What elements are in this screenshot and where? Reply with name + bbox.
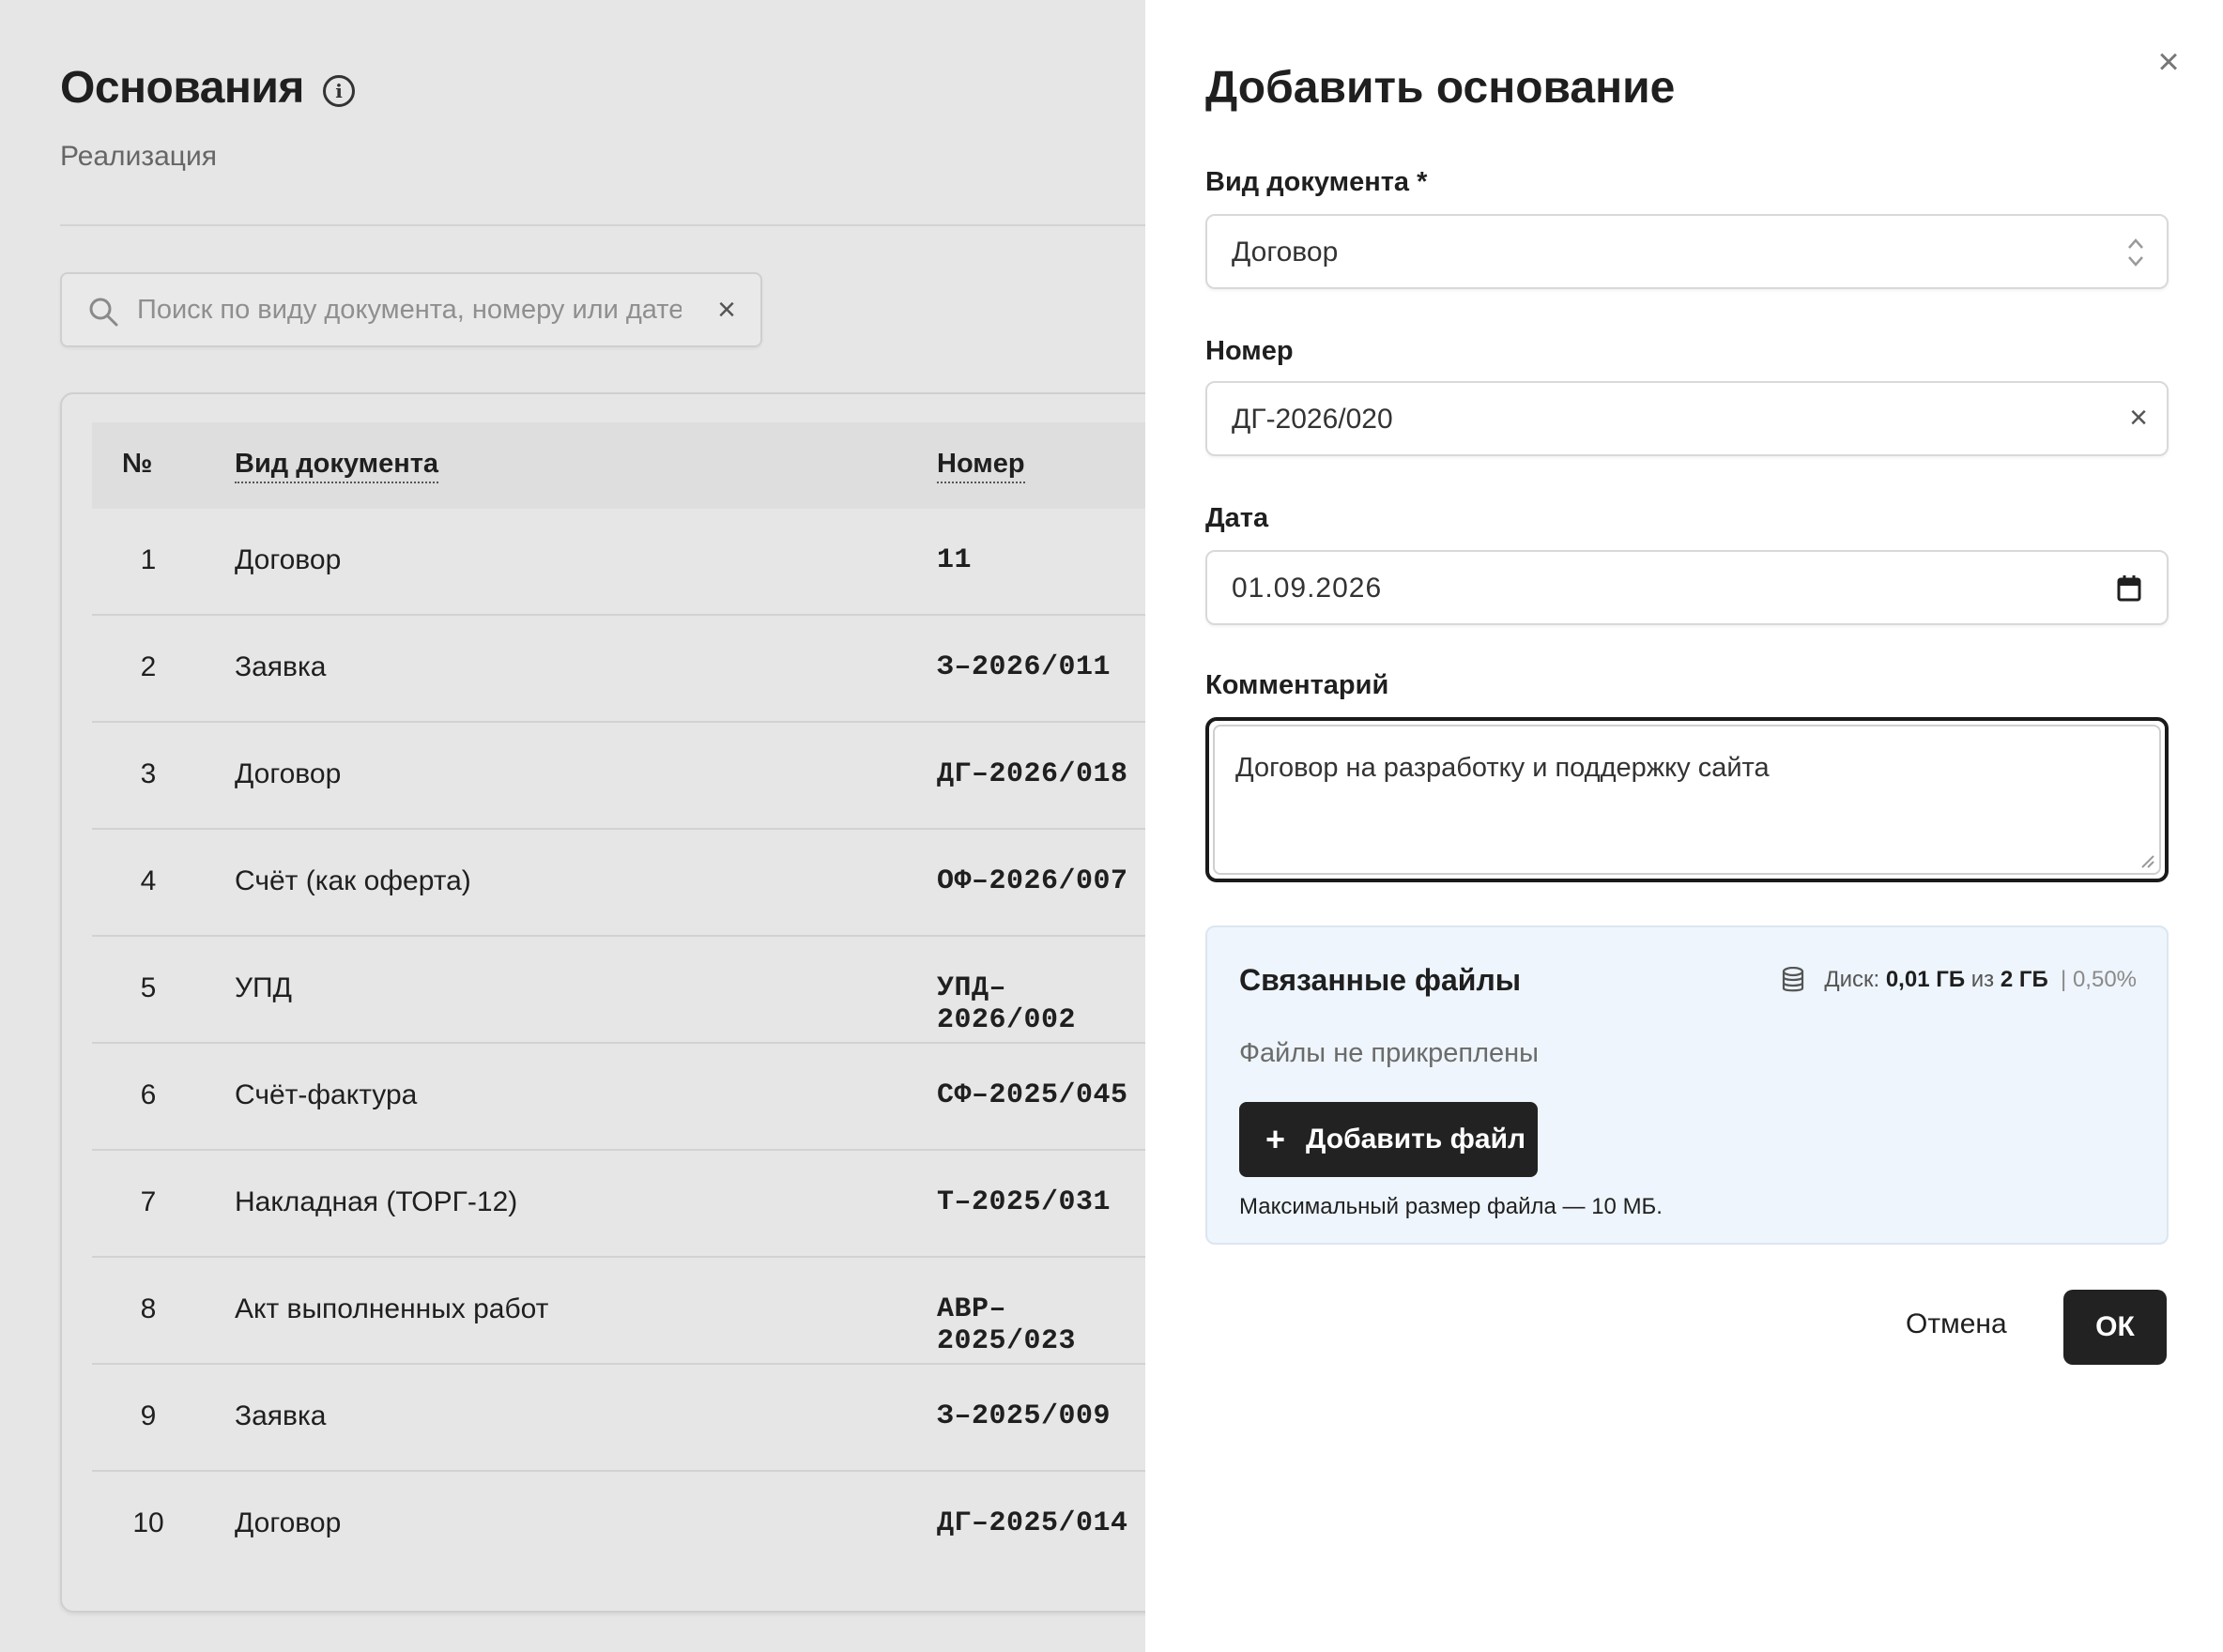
row-number: 10 [132,1507,164,1538]
list-page: Основания i Реализация × № Вид документа… [0,0,1145,1652]
doc-type-value: Договор [1232,237,1339,268]
disk-percent: | 0,50% [2061,967,2137,992]
row-number: 5 [140,972,157,1003]
date-label: Дата [1205,503,1269,533]
clear-number-icon[interactable]: × [2129,402,2148,434]
row-number: 3 [140,758,157,789]
search-box: × [60,272,762,347]
row-doc-number: ОФ–2026/007 [937,865,1128,897]
column-header-n: № [122,449,153,479]
row-doc-type: Счёт-фактура [235,1079,418,1110]
table-row[interactable]: 4 Счёт (как оферта) ОФ–2026/007 [92,830,1145,937]
date-input[interactable]: 01.09.2026 [1205,550,2169,625]
row-doc-number: СФ–2025/045 [937,1079,1128,1111]
table-row[interactable]: 10 Договор ДГ–2025/014 [92,1472,1145,1579]
row-number: 6 [140,1079,157,1110]
linked-files-section: Связанные файлы Диск: 0,01 ГБ из 2 ГБ | … [1205,925,2169,1245]
date-value: 01.09.2026 [1232,573,1383,604]
row-number: 4 [140,865,157,896]
table-row[interactable]: 5 УПД УПД–2026/002 [92,937,1145,1044]
column-header-num[interactable]: Номер [937,449,1025,483]
files-hint: Максимальный размер файла — 10 МБ. [1239,1194,1663,1219]
comment-label: Комментарий [1205,670,1389,700]
add-file-label: Добавить файл [1306,1124,1526,1155]
doc-type-label: Вид документа * [1205,167,1428,197]
panel-title: Добавить основание [1205,63,1676,113]
number-input[interactable]: ДГ-2026/020 × [1205,381,2169,456]
row-doc-type: Акт выполненных работ [235,1293,549,1324]
number-label: Номер [1205,336,1294,366]
row-doc-number: 11 [937,544,973,576]
plus-icon: + [1265,1120,1286,1158]
row-number: 2 [140,651,157,682]
row-doc-number: АВР–2025/023 [937,1293,1077,1357]
divider [60,224,1145,226]
cancel-button[interactable]: Отмена [1906,1308,2007,1340]
disk-used: 0,01 ГБ [1885,967,1966,992]
row-doc-number: ДГ–2025/014 [937,1507,1128,1539]
add-file-button[interactable]: + Добавить файл [1239,1102,1538,1177]
row-doc-type: Накладная (ТОРГ-12) [235,1186,518,1217]
calendar-icon[interactable] [2116,574,2142,603]
row-doc-number: УПД–2026/002 [937,972,1077,1036]
row-doc-type: Счёт (как оферта) [235,865,471,896]
comment-inner: Договор на разработку и поддержку сайта [1213,725,2161,875]
resize-handle-icon[interactable] [2139,852,2155,869]
table-row[interactable]: 6 Счёт-фактура СФ–2025/045 [92,1044,1145,1151]
table-row[interactable]: 2 Заявка З–2026/011 [92,616,1145,723]
row-number: 8 [140,1293,157,1324]
table-row[interactable]: 1 Договор 11 [92,509,1145,616]
table-row[interactable]: 8 Акт выполненных работ АВР–2025/023 [92,1258,1145,1365]
number-value: ДГ-2026/020 [1232,404,1393,435]
page-title: Основания [60,63,304,113]
row-number: 9 [140,1400,157,1431]
row-doc-type: УПД [235,972,292,1003]
row-number: 7 [140,1186,157,1217]
row-doc-number: З–2025/009 [937,1400,1112,1432]
ok-button[interactable]: ОК [2063,1290,2167,1365]
row-doc-type: Заявка [235,651,327,682]
search-icon [89,298,118,327]
table-row[interactable]: 7 Накладная (ТОРГ-12) Т–2025/031 [92,1151,1145,1258]
disk-of: из [1970,967,1995,992]
info-icon[interactable]: i [323,75,355,107]
files-title: Связанные файлы [1239,963,1522,997]
search-input[interactable] [137,291,682,329]
comment-value: Договор на разработку и поддержку сайта [1235,753,1770,783]
row-doc-type: Договор [235,544,342,575]
disk-total: 2 ГБ [2000,967,2048,992]
clear-search-icon[interactable]: × [712,294,742,326]
row-number: 1 [140,544,157,575]
row-doc-type: Договор [235,758,342,789]
disk-usage: Диск: 0,01 ГБ из 2 ГБ | 0,50% [1781,967,2137,993]
table-row[interactable]: 9 Заявка З–2025/009 [92,1365,1145,1472]
table-row[interactable]: 3 Договор ДГ–2026/018 [92,723,1145,830]
row-doc-type: Договор [235,1507,342,1538]
doc-type-select[interactable]: Договор [1205,214,2169,289]
row-doc-type: Заявка [235,1400,327,1431]
row-doc-number: ДГ–2026/018 [937,758,1128,790]
close-icon[interactable]: × [2150,43,2187,81]
chevron-up-down-icon [2128,238,2143,267]
disk-label: Диск: [1824,967,1880,992]
files-empty-text: Файлы не прикреплены [1239,1038,1539,1068]
column-header-doc[interactable]: Вид документа [235,449,439,483]
page-subtitle: Реализация [60,141,217,172]
comment-textarea[interactable]: Договор на разработку и поддержку сайта [1205,717,2169,882]
row-doc-number: З–2026/011 [937,651,1112,683]
row-doc-number: Т–2025/031 [937,1186,1112,1218]
database-icon [1783,967,1804,992]
